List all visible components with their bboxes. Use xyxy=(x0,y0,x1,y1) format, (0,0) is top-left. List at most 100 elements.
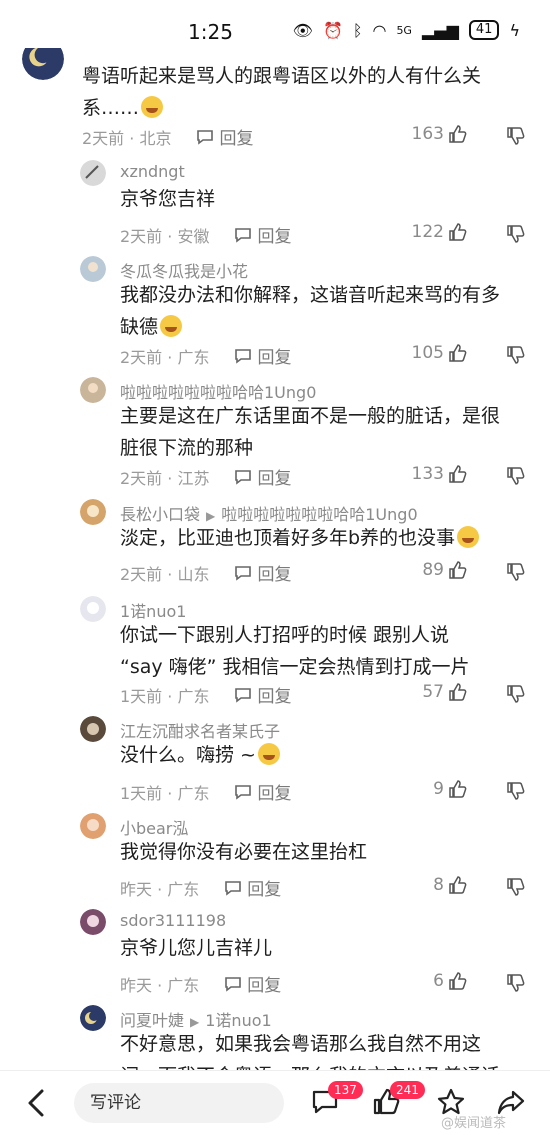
reply-label: 回复 xyxy=(247,976,282,996)
reply-button[interactable]: 回复 xyxy=(233,343,291,368)
dislike-button[interactable] xyxy=(506,684,526,708)
reply-label: 回复 xyxy=(219,129,254,149)
wifi-icon: ◠ xyxy=(372,20,387,40)
comment-text: 我觉得你没有必要在这里抬杠 xyxy=(120,836,530,868)
avatar[interactable] xyxy=(22,48,64,80)
reply-button[interactable]: 回复 xyxy=(233,560,291,585)
time-location: 1天前 · 广东 xyxy=(120,686,210,706)
reply-icon xyxy=(225,976,242,992)
comment-text-line: 没什么。嗨捞 ~ xyxy=(120,744,256,766)
comment-text-line: 词，而我不会粤语，那么我的方言以及普通话 xyxy=(120,1060,540,1070)
dislike-button[interactable] xyxy=(506,126,526,150)
thumbs-up-icon xyxy=(449,465,467,483)
avatar[interactable] xyxy=(80,813,106,839)
avatar[interactable] xyxy=(80,596,106,622)
dislike-button[interactable] xyxy=(506,562,526,586)
comments-button[interactable]: 137 xyxy=(310,1081,363,1121)
reply-icon xyxy=(235,227,252,243)
status-time: 1:25 xyxy=(188,20,233,44)
like-button[interactable]: 9 xyxy=(433,779,468,799)
thumbs-down-icon xyxy=(507,974,525,992)
avatar[interactable] xyxy=(80,377,106,403)
dislike-button[interactable] xyxy=(506,345,526,369)
watermark: @娱闻道茶 xyxy=(440,1116,506,1131)
comment-count-badge: 137 xyxy=(328,1081,363,1099)
emoji-icon xyxy=(141,96,164,118)
avatar[interactable] xyxy=(80,909,106,935)
comment-meta: 2天前 · 广东 回复 xyxy=(120,343,291,369)
like-count: 9 xyxy=(433,779,444,799)
alarm-icon: ⏰ xyxy=(322,20,343,40)
comment-text: 主要是这在广东话里面不是一般的脏话，是很 脏很下流的那种 xyxy=(120,400,530,464)
comment-input[interactable]: 写评论 xyxy=(74,1083,284,1123)
like-button[interactable]: 89 xyxy=(422,560,468,580)
thumbs-down-icon xyxy=(507,467,525,485)
like-count: 89 xyxy=(422,560,444,580)
thumbs-down-icon xyxy=(507,225,525,243)
like-button[interactable]: 6 xyxy=(433,971,468,991)
time-location: 2天前 · 江苏 xyxy=(120,468,210,488)
comment-meta: 1天前 · 广东 回复 xyxy=(120,779,291,805)
like-count: 122 xyxy=(411,222,444,242)
reply-arrow-icon: ▶ xyxy=(206,509,216,523)
like-button[interactable]: 122 xyxy=(412,222,468,242)
comment-text: 没什么。嗨捞 ~ xyxy=(120,739,530,771)
avatar[interactable] xyxy=(80,160,106,186)
comment-meta: 2天前 · 江苏 回复 xyxy=(120,464,291,490)
reply-button[interactable]: 回复 xyxy=(233,222,291,247)
like-button[interactable]: 8 xyxy=(433,875,468,895)
thumbs-up-icon xyxy=(449,344,467,362)
like-button[interactable]: 105 xyxy=(412,343,468,363)
reply-button[interactable]: 回复 xyxy=(195,124,253,149)
avatar[interactable] xyxy=(80,256,106,282)
dislike-button[interactable] xyxy=(506,224,526,248)
reply-button[interactable]: 回复 xyxy=(223,875,281,900)
comment-text-line: 京爷儿您儿吉祥儿 xyxy=(120,937,273,959)
reply-label: 回复 xyxy=(257,469,292,489)
reply-icon xyxy=(235,348,252,364)
dislike-button[interactable] xyxy=(506,781,526,805)
time-location: 1天前 · 广东 xyxy=(120,783,210,803)
dislike-button[interactable] xyxy=(506,973,526,997)
eye-icon: 👁 xyxy=(292,20,313,40)
like-count: 133 xyxy=(411,464,444,484)
comment-text: 京爷您吉祥 xyxy=(120,183,530,215)
reply-label: 回复 xyxy=(257,348,292,368)
reply-button[interactable]: 回复 xyxy=(233,682,291,707)
dislike-button[interactable] xyxy=(506,877,526,901)
thumbs-up-icon xyxy=(449,876,467,894)
reply-button[interactable]: 回复 xyxy=(233,464,291,489)
comment-meta: 2天前 · 安徽 回复 xyxy=(120,222,291,248)
thumbs-up-icon xyxy=(449,223,467,241)
comment-text-line: 系…… xyxy=(82,97,140,119)
time-location: 2天前 · 安徽 xyxy=(120,226,210,246)
like-post-button[interactable]: 241 xyxy=(372,1081,425,1121)
avatar[interactable] xyxy=(80,1005,106,1031)
like-button[interactable]: 163 xyxy=(412,124,468,144)
comment-text-line: 粤语听起来是骂人的跟粤语区以外的人有什么关 xyxy=(82,65,482,87)
avatar[interactable] xyxy=(80,499,106,525)
reply-label: 回复 xyxy=(257,227,292,247)
comment-text-line: “say 嗨佬” 我相信一定会热情到打成一片 xyxy=(120,656,470,678)
signal-label: 5G xyxy=(396,23,412,37)
emoji-icon xyxy=(257,743,280,765)
username[interactable]: xzndngt xyxy=(120,162,185,181)
comment-list[interactable]: 粤语听起来是骂人的跟粤语区以外的人有什么关 系…… 2天前 · 北京 回复 16… xyxy=(0,48,550,1070)
username[interactable]: sdor3111198 xyxy=(120,911,226,930)
back-button[interactable] xyxy=(24,1087,52,1123)
comment-text: 淡定，比亚迪也顶着好多年b养的也没事 xyxy=(120,522,530,554)
reply-button[interactable]: 回复 xyxy=(223,971,281,996)
like-count: 105 xyxy=(411,343,444,363)
thumbs-down-icon xyxy=(507,878,525,896)
dislike-button[interactable] xyxy=(506,466,526,490)
status-icons: 👁 ⏰ ᛒ ◠ 5G ▂▄▆ 41 ϟ xyxy=(293,20,520,40)
like-button[interactable]: 133 xyxy=(412,464,468,484)
comment-text: 你试一下跟别人打招呼的时候 跟别人说 “say 嗨佬” 我相信一定会热情到打成一… xyxy=(120,619,540,683)
like-button[interactable]: 57 xyxy=(422,682,468,702)
reply-button[interactable]: 回复 xyxy=(233,779,291,804)
signal-icon: ▂▄▆ xyxy=(421,20,459,40)
comment-text: 不好意思，如果我会粤语那么我自然不用这 词，而我不会粤语，那么我的方言以及普通话 xyxy=(120,1028,540,1070)
reply-label: 回复 xyxy=(247,880,282,900)
comment-text-line: 我觉得你没有必要在这里抬杠 xyxy=(120,841,368,863)
avatar[interactable] xyxy=(80,716,106,742)
